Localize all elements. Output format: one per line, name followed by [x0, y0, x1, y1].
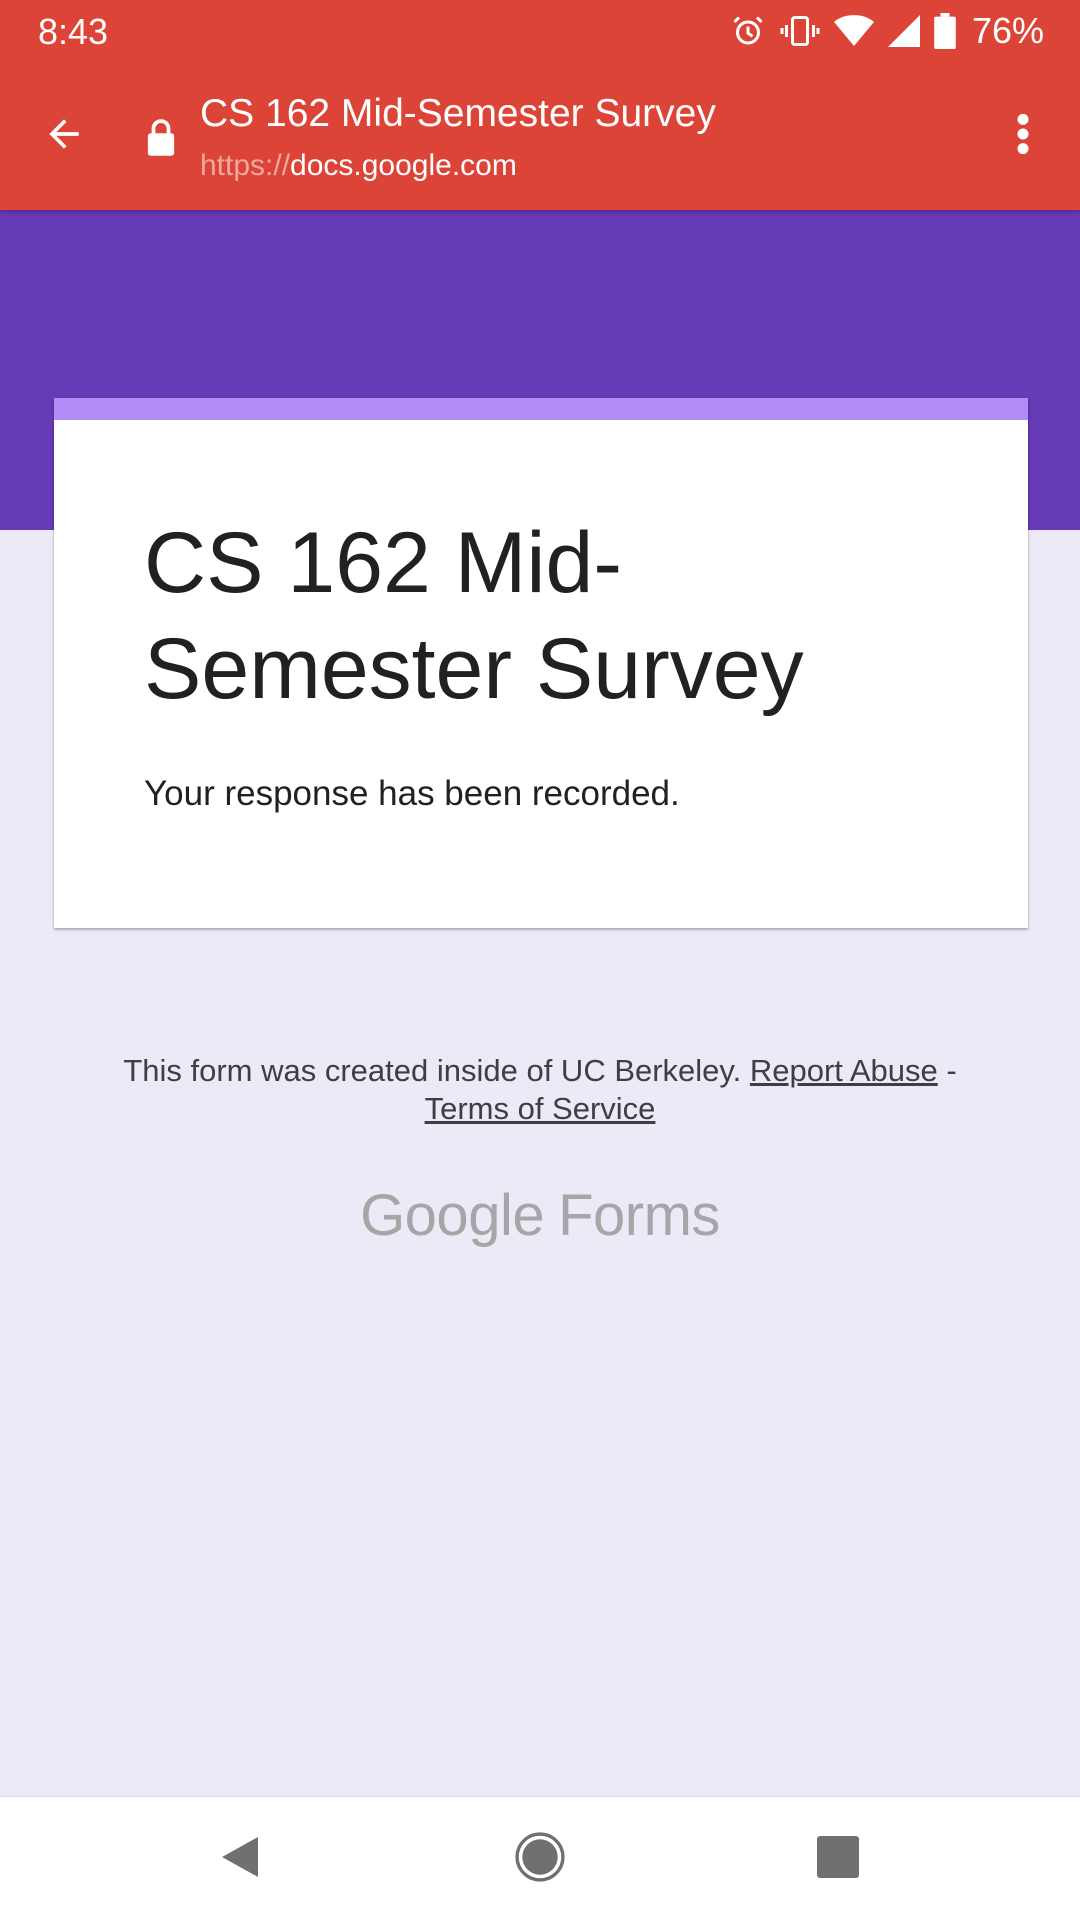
logo-google-text: Google [360, 1183, 545, 1248]
vibrate-icon [780, 13, 820, 49]
card-accent-bar [54, 398, 1028, 420]
footer-separator: - [946, 1053, 957, 1088]
response-card: CS 162 Mid-Semester Survey Your response… [54, 398, 1028, 928]
battery-icon [934, 13, 956, 49]
footer-notice: This form was created inside of UC Berke… [123, 1053, 742, 1088]
form-title: CS 162 Mid-Semester Survey [144, 515, 804, 717]
url-scheme: https:// [200, 149, 291, 182]
logo-forms-text: Forms [558, 1183, 720, 1248]
nav-recents-button[interactable] [806, 1827, 870, 1891]
alarm-icon [730, 13, 766, 49]
more-options-button[interactable] [988, 98, 1058, 174]
system-navigation-bar [0, 1796, 1080, 1921]
nav-back-button[interactable] [208, 1827, 272, 1891]
more-vert-icon [1015, 112, 1031, 161]
nav-back-icon [218, 1833, 262, 1886]
battery-percent: 76% [971, 10, 1044, 51]
report-abuse-link[interactable]: Report Abuse [750, 1053, 938, 1088]
google-forms-logo[interactable]: Google Forms [0, 1182, 1080, 1249]
signal-icon [887, 14, 920, 48]
status-icons: 76% [730, 8, 1044, 54]
back-arrow-icon [42, 112, 86, 161]
page-url[interactable]: https://docs.google.com [200, 149, 517, 183]
browser-toolbar: 8:43 76% CS 162 Mid-Semester Survey http… [0, 0, 1080, 210]
status-time: 8:43 [38, 11, 109, 52]
lock-icon [146, 118, 182, 158]
form-footer: This form was created inside of UC Berke… [0, 1052, 1080, 1128]
wifi-icon [833, 14, 874, 48]
confirmation-message: Your response has been recorded. [144, 774, 680, 813]
nav-recents-icon [817, 1835, 859, 1883]
terms-of-service-link[interactable]: Terms of Service [425, 1091, 656, 1126]
nav-home-icon [515, 1831, 565, 1887]
url-host: docs.google.com [290, 149, 517, 182]
back-button[interactable] [26, 98, 102, 174]
nav-home-button[interactable] [508, 1827, 572, 1891]
page-title: CS 162 Mid-Semester Survey [200, 92, 716, 135]
